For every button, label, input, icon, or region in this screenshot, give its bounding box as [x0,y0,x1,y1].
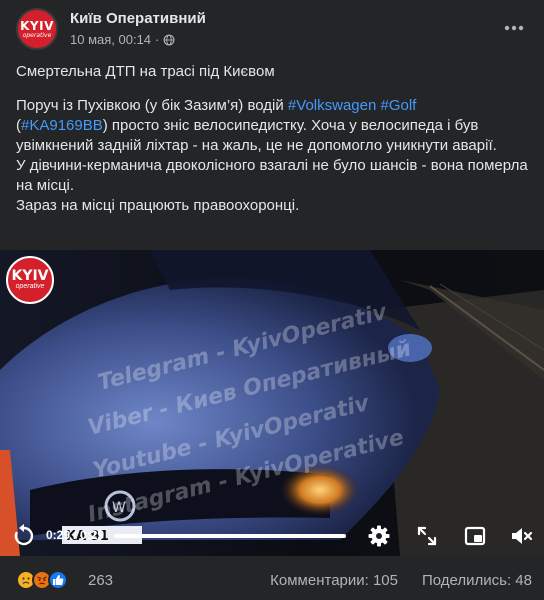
video-player[interactable]: W KA 91 Telegram - KyivOperativ Viber - … [0,250,544,556]
video-frame: W KA 91 Telegram - KyivOperativ Viber - … [0,250,544,556]
video-controls: 0:29 / 0:29 [0,516,544,556]
page-name-link[interactable]: Київ Оперативний [70,10,206,27]
page-avatar[interactable]: KYIV operative [16,8,58,50]
post-meta: 10 мая, 00:14 · [70,32,175,47]
video-progress-bar[interactable] [114,534,346,538]
hashtag-plate[interactable]: #KA9169BB [21,117,103,134]
like-reaction-icon [48,570,68,590]
video-logo-badge: KYIV operative [6,256,54,304]
globe-icon[interactable] [163,34,175,46]
more-horizontal-icon [504,25,524,31]
shares-count-link[interactable]: Поделились: 48 [422,572,532,589]
post-title: Смертельна ДТП на трасі під Києвом [16,63,275,80]
more-options-button[interactable] [498,16,530,40]
hashtag-volkswagen[interactable]: #Volkswagen [288,97,376,114]
avatar-logo-subtext: operative [22,31,52,39]
replay-icon[interactable] [12,524,36,548]
post-date-link[interactable]: 10 мая, 00:14 [70,32,151,47]
volume-muted-icon[interactable] [510,524,534,548]
post-paragraph-1: Поруч із Пухівкою (у бік Зазим’я) водій … [16,97,497,154]
post-text: Смертельна ДТП на трасі під Києвом Поруч… [16,62,528,216]
post-paragraph-3: Зараз на місці працюють правоохоронці. [16,197,300,214]
hashtag-golf[interactable]: #Golf [381,97,417,114]
post-header: KYIV operative Київ Оперативний 10 мая, … [0,0,544,60]
video-time: 0:29 / 0:29 [46,528,105,542]
comments-count-link[interactable]: Комментарии: 105 [270,572,398,589]
post-footer: 263 Комментарии: 105 Поделились: 48 [0,556,544,600]
meta-separator: · [155,32,160,47]
reactions-summary[interactable] [16,570,68,590]
settings-icon[interactable] [367,524,391,548]
fullscreen-icon[interactable] [415,524,439,548]
avatar-logo-text: KYIV [20,18,54,33]
post-paragraph-2: У дівчини-керманича двоколісного взагалі… [16,157,528,194]
picture-in-picture-icon[interactable] [463,524,487,548]
reaction-count[interactable]: 263 [88,572,113,589]
